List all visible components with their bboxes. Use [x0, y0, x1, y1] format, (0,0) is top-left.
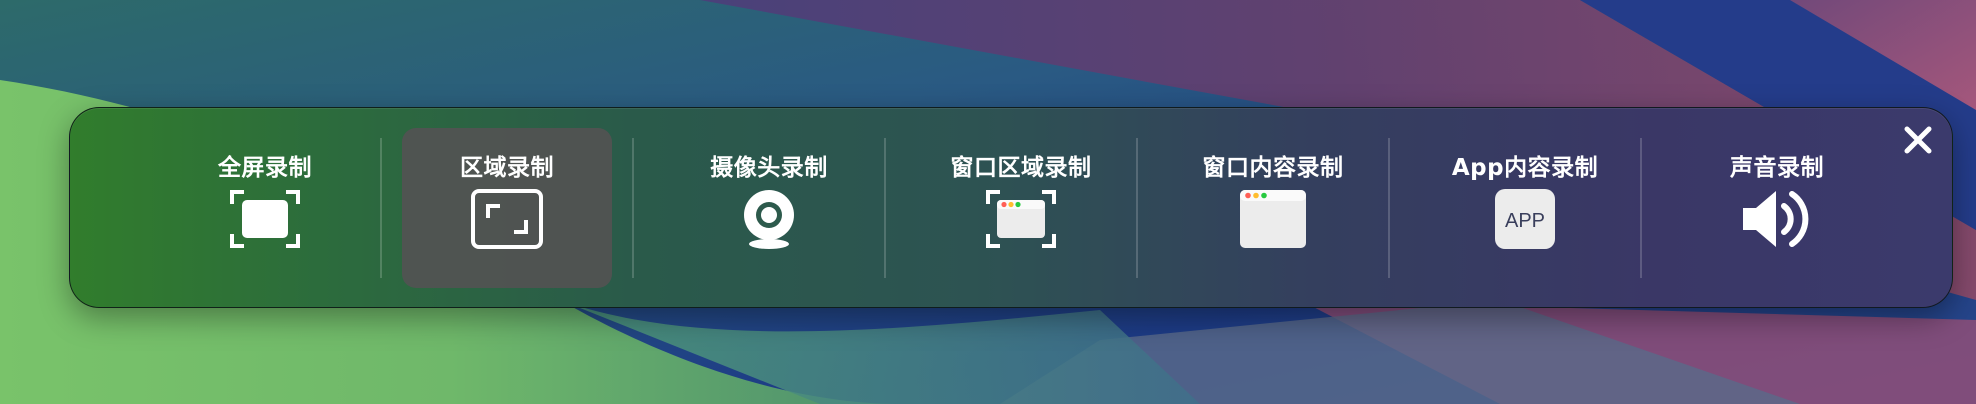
divider [1136, 138, 1138, 278]
app-content-record-button[interactable]: App内容录制 APP [1420, 128, 1630, 288]
fullscreen-record-button[interactable]: 全屏录制 [160, 128, 370, 288]
divider [632, 138, 634, 278]
region-record-button[interactable]: 区域录制 [402, 128, 612, 288]
app-content-record-label: App内容录制 [1451, 155, 1599, 181]
webcam-record-button[interactable]: 摄像头录制 [664, 128, 874, 288]
app-icon-text: APP [1505, 210, 1545, 232]
fullscreen-record-label: 全屏录制 [218, 155, 312, 181]
window-region-record-button[interactable]: 窗口区域录制 [916, 128, 1126, 288]
window-content-record-button[interactable]: 窗口内容录制 [1168, 128, 1378, 288]
recording-toolbar: 全屏录制 区域录制 摄像头录制 窗口区域录制 窗口内容录制 App内容录制 AP… [69, 107, 1953, 308]
region-record-label: 区域录制 [460, 155, 554, 181]
webcam-record-label: 摄像头录制 [710, 155, 828, 181]
window-region-record-label: 窗口区域录制 [950, 155, 1092, 181]
app-content-icon: APP [1488, 188, 1562, 250]
fullscreen-record-icon [228, 188, 302, 250]
window-region-icon [984, 188, 1058, 250]
desktop-wallpaper: 全屏录制 区域录制 摄像头录制 窗口区域录制 窗口内容录制 App内容录制 AP… [0, 0, 1976, 404]
close-button[interactable] [1900, 122, 1936, 158]
audio-record-label: 声音录制 [1730, 155, 1824, 181]
audio-record-button[interactable]: 声音录制 [1672, 128, 1882, 288]
webcam-icon [732, 188, 806, 250]
divider [884, 138, 886, 278]
speaker-icon [1740, 188, 1814, 250]
window-content-icon [1236, 188, 1310, 250]
close-icon [1904, 126, 1932, 154]
window-content-record-label: 窗口内容录制 [1202, 155, 1344, 181]
divider [1640, 138, 1642, 278]
divider [380, 138, 382, 278]
divider [1388, 138, 1390, 278]
region-record-icon [470, 188, 544, 250]
